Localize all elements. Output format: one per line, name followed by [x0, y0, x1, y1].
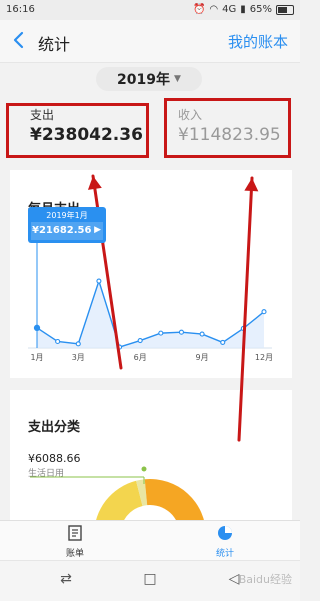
data-point[interactable]: [75, 341, 81, 347]
data-point[interactable]: [261, 309, 267, 315]
x-tick-label: 9月: [196, 353, 209, 362]
chevron-right-icon: ▶: [94, 225, 101, 235]
pie-chart-icon: [218, 526, 232, 540]
bill-icon: [68, 525, 82, 541]
chart-area: [28, 240, 272, 350]
data-point[interactable]: [158, 330, 164, 336]
monthly-expense-chart: 1月 3月 6月 9月 12月: [28, 174, 273, 535]
data-point[interactable]: [178, 329, 185, 335]
tab-statistics-label: 统计: [215, 549, 234, 559]
chart-tooltip[interactable]: 2019年1月 ¥21682.56 ▶: [28, 207, 106, 243]
tooltip-month: 2019年1月: [46, 211, 88, 220]
data-point[interactable]: [137, 338, 143, 344]
tab-statistics[interactable]: 统计: [195, 525, 255, 559]
annotation-arrow-income: [237, 176, 254, 442]
x-tick-label: 1月: [30, 353, 43, 362]
home-square-icon[interactable]: □: [138, 571, 162, 591]
data-point[interactable]: [199, 331, 205, 337]
category-marker-dot: [141, 466, 147, 472]
switch-apps-icon[interactable]: ⇄: [54, 571, 78, 591]
annotation-arrows: [87, 174, 259, 442]
x-tick-label: 6月: [134, 353, 147, 362]
x-tick-label: 12月: [255, 353, 273, 362]
tab-bill[interactable]: 账单: [45, 525, 105, 559]
watermark: Baidu经验: [238, 573, 292, 586]
data-point[interactable]: [33, 324, 41, 331]
tab-bill-label: 账单: [65, 549, 84, 559]
tooltip-amount: ¥21682.56: [32, 225, 92, 236]
data-point[interactable]: [96, 278, 102, 284]
chart-ticks: 1月 3月 6月 9月 12月: [30, 353, 273, 362]
annotation-arrow-expense-head: [87, 176, 102, 190]
bottom-tab-bar: 账单 统计: [0, 520, 300, 561]
annotation-arrow-income-head: [244, 178, 259, 192]
x-tick-label: 3月: [72, 353, 85, 362]
data-point[interactable]: [55, 338, 61, 345]
data-point[interactable]: [220, 339, 226, 345]
series-line: [36, 278, 265, 348]
